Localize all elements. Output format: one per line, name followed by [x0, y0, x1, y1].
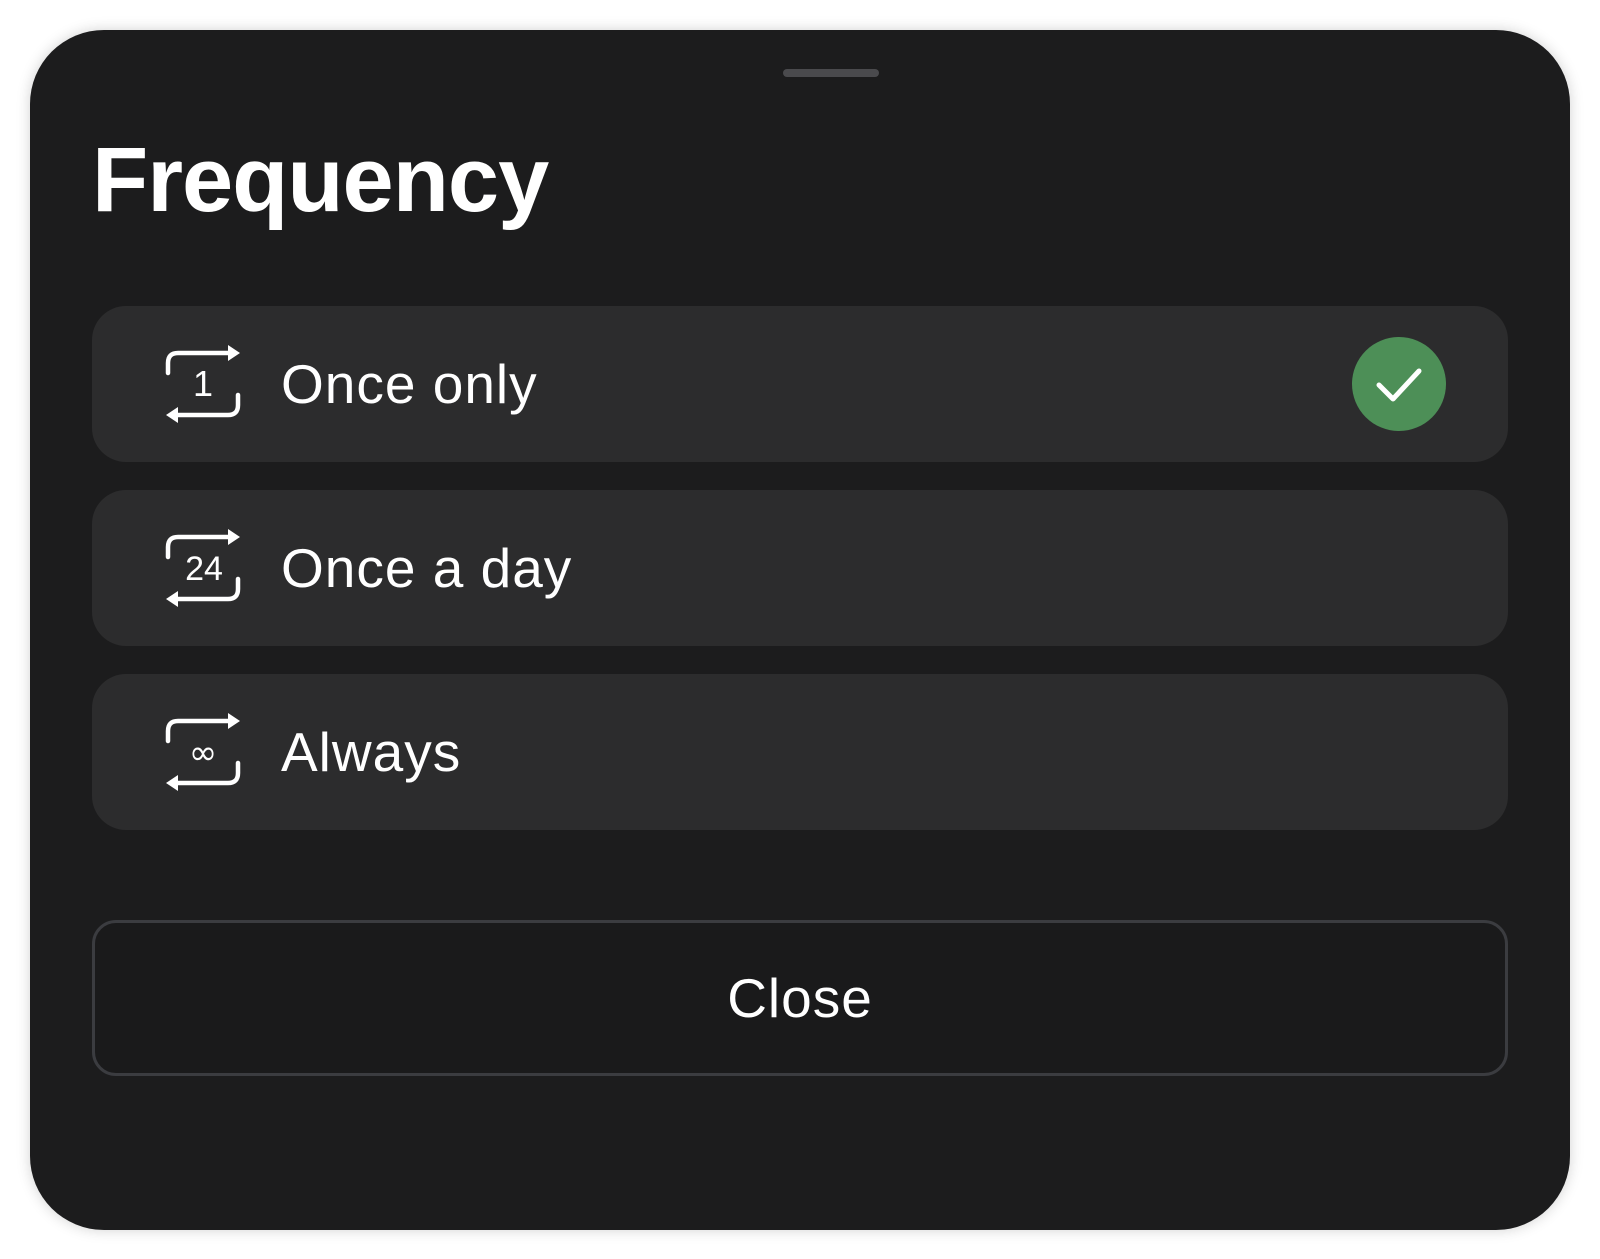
- option-label: Once only: [281, 353, 538, 415]
- frequency-sheet: Frequency 1 Once only 24 Once a day ∞ Al…: [30, 30, 1570, 1230]
- sheet-grabber[interactable]: [783, 69, 879, 77]
- option-once-a-day[interactable]: 24 Once a day: [92, 490, 1508, 646]
- option-once-only[interactable]: 1 Once only: [92, 306, 1508, 462]
- repeat-once-icon: 1: [158, 341, 248, 427]
- sheet-title: Frequency: [92, 129, 549, 231]
- option-always[interactable]: ∞ Always: [92, 674, 1508, 830]
- close-button[interactable]: Close: [92, 920, 1508, 1076]
- repeat-always-icon-text: ∞: [189, 733, 217, 773]
- repeat-daily-icon: 24: [158, 525, 248, 611]
- selected-checkmark-icon: [1352, 337, 1446, 431]
- repeat-once-icon-text: 1: [193, 363, 213, 404]
- repeat-always-icon: ∞: [158, 709, 248, 795]
- option-label: Always: [281, 721, 462, 783]
- repeat-daily-icon-text: 24: [185, 550, 223, 588]
- option-label: Once a day: [281, 537, 573, 599]
